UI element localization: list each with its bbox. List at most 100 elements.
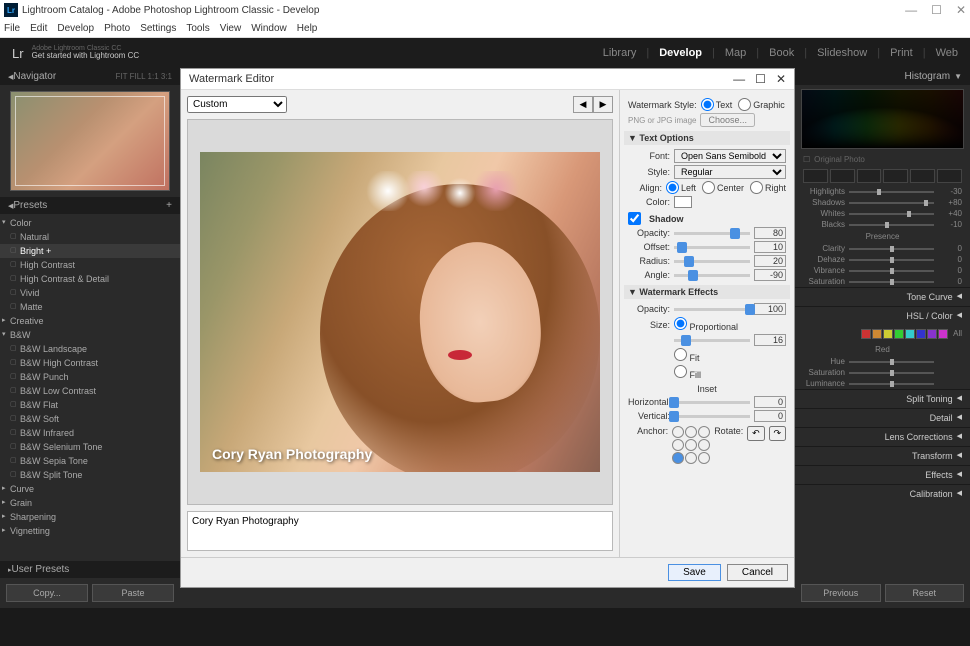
- menu-view[interactable]: View: [220, 23, 242, 34]
- preset-group[interactable]: Vignetting: [0, 524, 180, 538]
- reset-button[interactable]: Reset: [885, 584, 965, 602]
- shadow-offset-slider[interactable]: [674, 246, 750, 249]
- panel-section-detail[interactable]: Detail◀: [795, 408, 970, 427]
- tab-develop[interactable]: Develop: [659, 47, 702, 59]
- hsl-color-swatches[interactable]: All: [795, 325, 970, 343]
- panel-section-lens-corrections[interactable]: Lens Corrections◀: [795, 427, 970, 446]
- watermark-effects-section[interactable]: ▼ Watermark Effects: [624, 285, 790, 299]
- preset-item[interactable]: B&W Flat: [0, 398, 180, 412]
- panel-section-hsl-color[interactable]: HSL / Color◀: [795, 306, 970, 325]
- preset-group[interactable]: B&W: [0, 328, 180, 342]
- wm-size-slider[interactable]: [674, 339, 750, 342]
- anchor-grid[interactable]: [672, 426, 710, 464]
- font-style-select[interactable]: Regular: [674, 165, 786, 179]
- panel-section-tone-curve[interactable]: Tone Curve◀: [795, 287, 970, 306]
- menu-settings[interactable]: Settings: [140, 23, 176, 34]
- navigator-header[interactable]: ◀ Navigator FIT FILL 1:1 3:1: [0, 68, 180, 85]
- tab-slideshow[interactable]: Slideshow: [817, 47, 867, 59]
- dialog-maximize[interactable]: ☐: [755, 72, 766, 86]
- preset-group[interactable]: Sharpening: [0, 510, 180, 524]
- shadow-angle-slider[interactable]: [674, 274, 750, 277]
- align-center-radio[interactable]: Center: [702, 181, 744, 194]
- redeye-tool-icon[interactable]: [857, 169, 882, 183]
- align-right-radio[interactable]: Right: [750, 181, 786, 194]
- prev-image-button[interactable]: ◀: [573, 96, 593, 113]
- watermark-preset-select[interactable]: Custom: [187, 96, 287, 113]
- maximize-button[interactable]: ☐: [931, 3, 942, 17]
- paste-button[interactable]: Paste: [92, 584, 174, 602]
- navigator-zoom-modes[interactable]: FIT FILL 1:1 3:1: [116, 72, 172, 81]
- save-button[interactable]: Save: [668, 564, 721, 581]
- close-button[interactable]: ✕: [956, 3, 966, 17]
- tab-library[interactable]: Library: [603, 47, 637, 59]
- text-options-section[interactable]: ▼ Text Options: [624, 131, 790, 145]
- style-text-radio[interactable]: Text: [701, 98, 733, 111]
- preset-item[interactable]: B&W Landscape: [0, 342, 180, 356]
- menu-window[interactable]: Window: [251, 23, 287, 34]
- font-select[interactable]: Open Sans Semibold: [674, 149, 786, 163]
- preset-group[interactable]: Curve: [0, 482, 180, 496]
- spot-tool-icon[interactable]: [830, 169, 855, 183]
- slider-track[interactable]: [849, 202, 934, 204]
- preset-group[interactable]: Grain: [0, 496, 180, 510]
- tab-map[interactable]: Map: [725, 47, 746, 59]
- gradient-tool-icon[interactable]: [883, 169, 908, 183]
- inset-vertical-slider[interactable]: [674, 415, 750, 418]
- color-swatch[interactable]: [674, 196, 692, 208]
- preset-group[interactable]: Creative: [0, 314, 180, 328]
- copy-button[interactable]: Copy...: [6, 584, 88, 602]
- slider-track[interactable]: [849, 191, 934, 193]
- tab-book[interactable]: Book: [769, 47, 794, 59]
- histogram-display[interactable]: [801, 89, 964, 149]
- menu-tools[interactable]: Tools: [186, 23, 209, 34]
- menu-develop[interactable]: Develop: [57, 23, 94, 34]
- shadow-opacity-slider[interactable]: [674, 232, 750, 235]
- preset-item[interactable]: B&W Selenium Tone: [0, 440, 180, 454]
- style-graphic-radio[interactable]: Graphic: [738, 98, 785, 111]
- menu-help[interactable]: Help: [297, 23, 318, 34]
- dialog-close[interactable]: ✕: [776, 72, 786, 86]
- radial-tool-icon[interactable]: [910, 169, 935, 183]
- crop-tool-icon[interactable]: [803, 169, 828, 183]
- inset-horizontal-slider[interactable]: [674, 401, 750, 404]
- menu-photo[interactable]: Photo: [104, 23, 130, 34]
- slider-track[interactable]: [849, 224, 934, 226]
- slider-track[interactable]: [849, 248, 934, 250]
- slider-track[interactable]: [849, 270, 934, 272]
- panel-section-effects[interactable]: Effects◀: [795, 465, 970, 484]
- slider-track[interactable]: [849, 259, 934, 261]
- tab-web[interactable]: Web: [936, 47, 958, 59]
- preset-item[interactable]: B&W Split Tone: [0, 468, 180, 482]
- user-presets-header[interactable]: ▸ User Presets: [0, 561, 180, 578]
- choose-image-button[interactable]: Choose...: [700, 113, 755, 127]
- slider-track[interactable]: [849, 281, 934, 283]
- preset-item[interactable]: B&W Low Contrast: [0, 384, 180, 398]
- previous-button[interactable]: Previous: [801, 584, 881, 602]
- preset-group[interactable]: Color: [0, 216, 180, 230]
- size-fit-radio[interactable]: Fit: [674, 348, 700, 363]
- preset-item[interactable]: High Contrast: [0, 258, 180, 272]
- slider-track[interactable]: [849, 213, 934, 215]
- preset-item[interactable]: B&W Infrared: [0, 426, 180, 440]
- preset-item[interactable]: Matte: [0, 300, 180, 314]
- tab-print[interactable]: Print: [890, 47, 913, 59]
- navigator-thumbnail[interactable]: [10, 91, 170, 191]
- presets-header[interactable]: ◀ Presets +: [0, 197, 180, 214]
- dialog-minimize[interactable]: —: [733, 72, 745, 86]
- shadow-checkbox[interactable]: [628, 212, 641, 225]
- size-fill-radio[interactable]: Fill: [674, 365, 701, 380]
- menu-file[interactable]: File: [4, 23, 20, 34]
- preset-item[interactable]: B&W High Contrast: [0, 356, 180, 370]
- menu-edit[interactable]: Edit: [30, 23, 47, 34]
- preset-item[interactable]: Bright +: [0, 244, 180, 258]
- preset-item[interactable]: Natural: [0, 230, 180, 244]
- panel-section-split-toning[interactable]: Split Toning◀: [795, 389, 970, 408]
- brush-tool-icon[interactable]: [937, 169, 962, 183]
- align-left-radio[interactable]: Left: [666, 181, 696, 194]
- preset-item[interactable]: B&W Soft: [0, 412, 180, 426]
- rotate-ccw-button[interactable]: ↶: [747, 426, 764, 441]
- next-image-button[interactable]: ▶: [593, 96, 613, 113]
- wm-opacity-slider[interactable]: [674, 308, 750, 311]
- panel-section-calibration[interactable]: Calibration◀: [795, 484, 970, 503]
- preset-item[interactable]: High Contrast & Detail: [0, 272, 180, 286]
